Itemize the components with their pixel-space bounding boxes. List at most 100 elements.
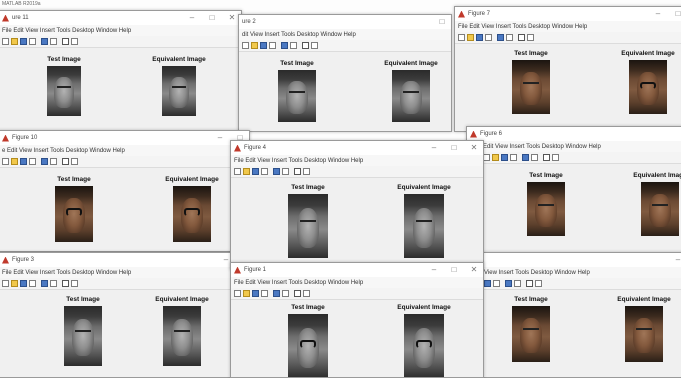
new-figure-icon[interactable] <box>458 34 465 41</box>
menubar[interactable]: File Edit View Insert Tools Desktop Wind… <box>0 267 235 278</box>
save-icon[interactable] <box>484 280 491 287</box>
insert-colorbar-icon[interactable] <box>282 168 289 175</box>
print-icon[interactable] <box>261 168 268 175</box>
print-icon[interactable] <box>493 280 500 287</box>
new-figure-icon[interactable] <box>2 158 9 165</box>
window-titlebar[interactable]: Figure 4 – □ ✕ <box>231 141 483 155</box>
print-icon[interactable] <box>261 290 268 297</box>
window-titlebar[interactable]: – <box>481 253 681 267</box>
edit-plot-icon[interactable] <box>62 158 69 165</box>
link-plot-icon[interactable] <box>41 38 48 45</box>
close-button[interactable]: ✕ <box>469 263 479 277</box>
minimize-button[interactable]: – <box>429 263 439 277</box>
figure-window-1[interactable]: Figure 1 – □ ✕ File Edit View Insert Too… <box>230 262 484 378</box>
edit-plot-icon[interactable] <box>294 168 301 175</box>
link-plot-icon[interactable] <box>281 42 288 49</box>
print-icon[interactable] <box>29 280 36 287</box>
menubar[interactable]: dit View Insert Tools Desktop Window Hel… <box>239 29 451 40</box>
insert-colorbar-icon[interactable] <box>506 34 513 41</box>
save-icon[interactable] <box>20 38 27 45</box>
insert-colorbar-icon[interactable] <box>514 280 521 287</box>
figure-window-7[interactable]: Figure 7 – □ File Edit View Insert Tools… <box>454 6 681 132</box>
new-figure-icon[interactable] <box>483 154 490 161</box>
window-titlebar[interactable]: Figure 6 <box>467 127 681 141</box>
close-button[interactable]: ✕ <box>227 11 237 25</box>
property-inspector-icon[interactable] <box>527 34 534 41</box>
open-file-icon[interactable] <box>467 34 474 41</box>
edit-plot-icon[interactable] <box>526 280 533 287</box>
window-titlebar[interactable]: Figure 3 – <box>0 253 235 267</box>
figure-window-3[interactable]: Figure 3 – File Edit View Insert Tools D… <box>0 252 236 378</box>
minimize-button[interactable]: – <box>673 253 681 267</box>
menubar[interactable]: File Edit View Insert Tools Desktop Wind… <box>0 25 241 36</box>
new-figure-icon[interactable] <box>234 290 241 297</box>
save-icon[interactable] <box>501 154 508 161</box>
window-titlebar[interactable]: ure 11 – □ ✕ <box>0 11 241 25</box>
print-icon[interactable] <box>29 158 36 165</box>
maximize-button[interactable]: □ <box>449 263 459 277</box>
edit-plot-icon[interactable] <box>62 38 69 45</box>
window-titlebar[interactable]: Figure 1 – □ ✕ <box>231 263 483 277</box>
property-inspector-icon[interactable] <box>311 42 318 49</box>
print-icon[interactable] <box>485 34 492 41</box>
window-titlebar[interactable]: Figure 7 – □ <box>455 7 681 21</box>
print-icon[interactable] <box>269 42 276 49</box>
insert-colorbar-icon[interactable] <box>282 290 289 297</box>
print-icon[interactable] <box>510 154 517 161</box>
property-inspector-icon[interactable] <box>303 290 310 297</box>
maximize-button[interactable]: □ <box>673 7 681 21</box>
property-inspector-icon[interactable] <box>552 154 559 161</box>
figure-window-4[interactable]: Figure 4 – □ ✕ File Edit View Insert Too… <box>230 140 484 270</box>
new-figure-icon[interactable] <box>234 168 241 175</box>
menubar[interactable]: Edit View Insert Tools Desktop Window He… <box>467 141 681 152</box>
menubar[interactable]: View Insert Tools Desktop Window Help <box>481 267 681 278</box>
link-plot-icon[interactable] <box>522 154 529 161</box>
link-plot-icon[interactable] <box>41 158 48 165</box>
save-icon[interactable] <box>252 290 259 297</box>
insert-colorbar-icon[interactable] <box>50 38 57 45</box>
figure-window-10[interactable]: Figure 10 – □ e Edit View Insert Tools D… <box>0 130 250 252</box>
open-file-icon[interactable] <box>11 280 18 287</box>
minimize-button[interactable]: – <box>653 7 663 21</box>
edit-plot-icon[interactable] <box>543 154 550 161</box>
new-figure-icon[interactable] <box>242 42 249 49</box>
property-inspector-icon[interactable] <box>71 280 78 287</box>
property-inspector-icon[interactable] <box>303 168 310 175</box>
edit-plot-icon[interactable] <box>294 290 301 297</box>
link-plot-icon[interactable] <box>505 280 512 287</box>
menubar[interactable]: File Edit View Insert Tools Desktop Wind… <box>231 155 483 166</box>
open-file-icon[interactable] <box>11 38 18 45</box>
property-inspector-icon[interactable] <box>535 280 542 287</box>
edit-plot-icon[interactable] <box>518 34 525 41</box>
figure-window-2[interactable]: ure 2 □ dit View Insert Tools Desktop Wi… <box>238 14 452 132</box>
open-file-icon[interactable] <box>492 154 499 161</box>
save-icon[interactable] <box>20 158 27 165</box>
menubar[interactable]: File Edit View Insert Tools Desktop Wind… <box>455 21 681 32</box>
link-plot-icon[interactable] <box>273 290 280 297</box>
maximize-button[interactable]: □ <box>207 11 217 25</box>
link-plot-icon[interactable] <box>273 168 280 175</box>
open-file-icon[interactable] <box>251 42 258 49</box>
open-file-icon[interactable] <box>243 168 250 175</box>
insert-colorbar-icon[interactable] <box>50 158 57 165</box>
window-titlebar[interactable]: ure 2 □ <box>239 15 451 29</box>
save-icon[interactable] <box>260 42 267 49</box>
property-inspector-icon[interactable] <box>71 38 78 45</box>
window-titlebar[interactable]: Figure 10 – □ <box>0 131 249 145</box>
figure-window-5[interactable]: – View Insert Tools Desktop Window Help … <box>480 252 681 378</box>
new-figure-icon[interactable] <box>2 38 9 45</box>
figure-window-6[interactable]: Figure 6 Edit View Insert Tools Desktop … <box>466 126 681 256</box>
save-icon[interactable] <box>476 34 483 41</box>
save-icon[interactable] <box>252 168 259 175</box>
property-inspector-icon[interactable] <box>71 158 78 165</box>
print-icon[interactable] <box>29 38 36 45</box>
insert-colorbar-icon[interactable] <box>531 154 538 161</box>
new-figure-icon[interactable] <box>2 280 9 287</box>
close-button[interactable]: ✕ <box>469 141 479 155</box>
minimize-button[interactable]: – <box>215 131 225 145</box>
maximize-button[interactable]: □ <box>449 141 459 155</box>
minimize-button[interactable]: – <box>187 11 197 25</box>
open-file-icon[interactable] <box>243 290 250 297</box>
save-icon[interactable] <box>20 280 27 287</box>
figure-window-11[interactable]: ure 11 – □ ✕ File Edit View Insert Tools… <box>0 10 242 142</box>
